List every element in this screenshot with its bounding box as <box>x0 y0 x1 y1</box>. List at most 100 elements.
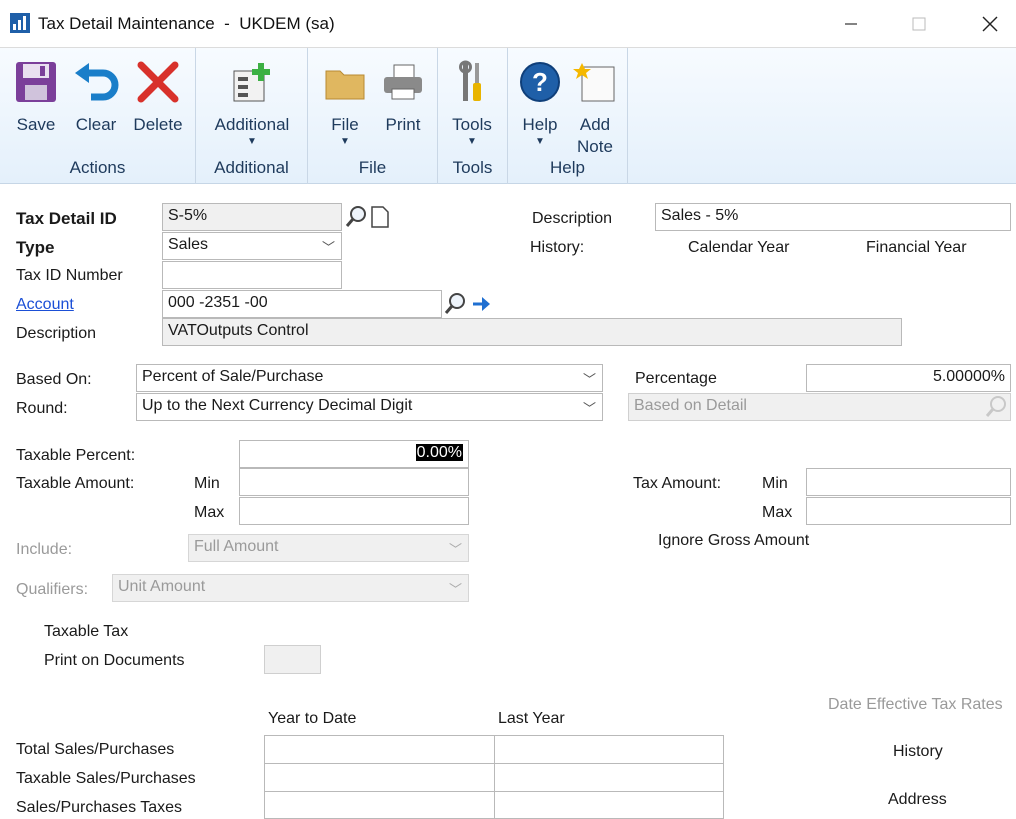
folder-icon <box>320 54 370 110</box>
print-on-documents-checkbox[interactable] <box>264 645 321 674</box>
total-sales-last-year-field[interactable] <box>494 735 724 764</box>
expansion-arrow-icon[interactable] <box>470 293 492 320</box>
taxable-sales-last-year-field[interactable] <box>494 763 724 792</box>
minimize-icon[interactable] <box>836 10 866 38</box>
type-select[interactable]: Sales ﹀ <box>162 232 342 260</box>
group-label-actions: Actions <box>69 158 126 177</box>
description-field[interactable]: Sales - 5% <box>655 203 1011 231</box>
ribbon-group-file: File ▼ Print File <box>308 48 438 184</box>
round-select[interactable]: Up to the Next Currency Decimal Digit ﹀ <box>136 393 603 421</box>
title-bar: Tax Detail Maintenance - UKDEM (sa) <box>0 0 1016 48</box>
description-right-label: Description <box>532 210 613 227</box>
new-document-icon[interactable] <box>369 205 391 234</box>
taxable-sales-purchases-label: Taxable Sales/Purchases <box>16 770 196 787</box>
ribbon-group-additional: Additional ▼ Additional <box>196 48 308 184</box>
sales-purchases-taxes-label: Sales/Purchases Taxes <box>16 799 183 816</box>
max-label: Max <box>194 504 225 521</box>
print-on-documents-label: Print on Documents <box>44 652 185 669</box>
save-button[interactable]: Save <box>8 48 64 136</box>
based-on-label: Based On: <box>16 371 92 388</box>
last-year-header: Last Year <box>498 710 565 727</box>
print-button[interactable]: Print <box>376 48 430 136</box>
total-sales-purchases-label: Total Sales/Purchases <box>16 741 175 758</box>
date-effective-tax-rates-button[interactable]: Date Effective Tax Rates <box>828 696 1003 714</box>
dropdown-caret-icon: ▼ <box>467 136 477 147</box>
delete-x-icon <box>133 54 183 110</box>
based-on-select[interactable]: Percent of Sale/Purchase ﹀ <box>136 364 603 392</box>
group-label-additional: Additional <box>214 158 289 177</box>
qualifiers-value: Unit Amount <box>118 578 206 595</box>
disabled-lookup-icon <box>984 394 1008 423</box>
add-note-button[interactable]: Add Note <box>568 48 622 158</box>
chevron-down-icon: ﹀ <box>321 240 335 255</box>
taxable-amount-label: Taxable Amount: <box>16 475 135 492</box>
based-on-detail-box: Based on Detail <box>628 393 1011 421</box>
lookup-magnifier-icon[interactable] <box>344 204 368 235</box>
floppy-disk-icon <box>11 54 61 110</box>
include-select: Full Amount ﹀ <box>188 534 469 562</box>
tax-id-number-field[interactable] <box>162 261 342 289</box>
note-icon <box>570 54 620 110</box>
account-description-field: VATOutputs Control <box>162 318 902 346</box>
svg-text:?: ? <box>532 67 548 97</box>
taxable-sales-ytd-field[interactable] <box>264 763 495 792</box>
percentage-field[interactable]: 5.00000% <box>806 364 1011 392</box>
qualifiers-label: Qualifiers: <box>16 581 89 598</box>
sales-taxes-ytd-field[interactable] <box>264 791 495 819</box>
include-label: Include: <box>16 541 73 558</box>
additional-button[interactable]: Additional ▼ <box>204 48 300 147</box>
sales-taxes-last-year-field[interactable] <box>494 791 724 819</box>
taxable-percent-field[interactable]: 0.00% <box>239 440 469 468</box>
window-title: Tax Detail Maintenance - UKDEM (sa) <box>38 14 335 33</box>
type-label: Type <box>16 238 55 257</box>
file-button[interactable]: File ▼ <box>318 48 372 147</box>
financial-year-label: Financial Year <box>866 239 967 256</box>
additional-window-icon <box>227 54 277 110</box>
group-label-file: File <box>358 158 387 177</box>
based-on-detail-label: Based on Detail <box>634 397 747 414</box>
printer-icon <box>378 54 428 110</box>
based-on-value: Percent of Sale/Purchase <box>142 368 324 385</box>
account-field[interactable]: 000 -2351 -00 <box>162 290 442 318</box>
min-label: Min <box>194 475 220 492</box>
form-area: Tax Detail ID S-5% Type Sales ﹀ Tax ID N… <box>0 185 1016 819</box>
taxable-amount-min-field[interactable] <box>239 468 469 496</box>
clear-button[interactable]: Clear <box>68 48 124 136</box>
round-label: Round: <box>16 400 68 417</box>
tax-amount-label: Tax Amount: <box>633 475 722 492</box>
tax-min-label: Min <box>762 475 788 492</box>
chevron-down-icon: ﹀ <box>582 372 596 387</box>
close-icon[interactable] <box>975 10 1005 38</box>
taxable-tax-label: Taxable Tax <box>44 623 129 640</box>
tax-amount-max-field[interactable] <box>806 497 1011 525</box>
account-link[interactable]: Account <box>16 296 74 314</box>
taxable-amount-max-field[interactable] <box>239 497 469 525</box>
address-button[interactable]: Address <box>888 791 947 809</box>
help-question-icon: ? <box>515 54 565 110</box>
tools-icon <box>447 54 497 110</box>
tools-button[interactable]: Tools ▼ <box>444 48 500 147</box>
delete-button[interactable]: Delete <box>128 48 188 136</box>
tax-detail-id-field[interactable]: S-5% <box>162 203 342 231</box>
history-button[interactable]: History <box>893 743 943 761</box>
tax-amount-min-field[interactable] <box>806 468 1011 496</box>
type-value: Sales <box>168 236 209 253</box>
chevron-down-icon: ﹀ <box>448 582 462 597</box>
taxable-percent-value: 0.00% <box>415 444 463 461</box>
tax-max-label: Max <box>762 504 793 521</box>
round-value: Up to the Next Currency Decimal Digit <box>142 397 413 414</box>
group-label-tools: Tools <box>452 158 493 177</box>
maximize-icon[interactable] <box>904 10 934 38</box>
history-label: History: <box>530 239 585 256</box>
tax-id-number-label: Tax ID Number <box>16 267 123 284</box>
year-to-date-header: Year to Date <box>268 710 357 727</box>
description-label: Description <box>16 325 97 342</box>
ribbon-group-help: ? Help ▼ Add Note Help <box>508 48 628 184</box>
total-sales-ytd-field[interactable] <box>264 735 495 764</box>
undo-arrow-icon <box>71 54 121 110</box>
help-button[interactable]: ? Help ▼ <box>514 48 566 147</box>
qualifiers-select: Unit Amount ﹀ <box>112 574 469 602</box>
tax-detail-id-label: Tax Detail ID <box>16 209 117 228</box>
ignore-gross-amount-label: Ignore Gross Amount <box>658 532 810 549</box>
chevron-down-icon: ﹀ <box>448 542 462 557</box>
